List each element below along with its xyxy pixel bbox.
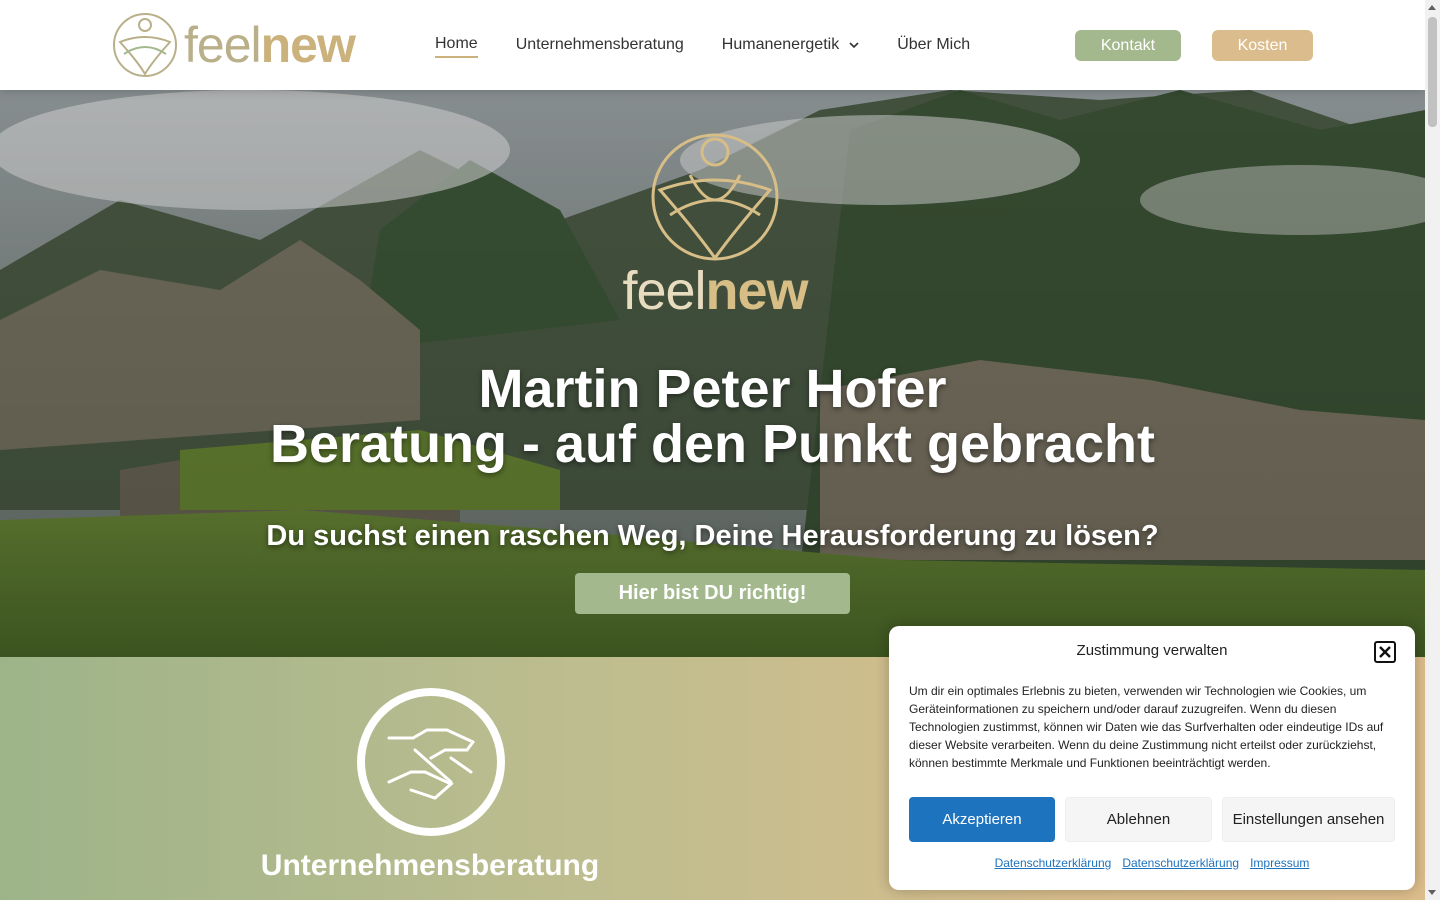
kosten-button[interactable]: Kosten xyxy=(1212,30,1313,61)
close-x-glyph xyxy=(1379,646,1391,658)
nav-item-ueber-mich[interactable]: Über Mich xyxy=(897,32,970,58)
scroll-down-arrow-icon[interactable] xyxy=(1428,890,1436,895)
close-icon[interactable] xyxy=(1374,641,1396,663)
service-title-unternehmensberatung[interactable]: Unternehmensberatung xyxy=(230,849,630,883)
accept-button[interactable]: Akzeptieren xyxy=(909,797,1055,842)
handshake-icon[interactable] xyxy=(355,686,507,838)
logo-emblem-icon xyxy=(651,133,779,261)
privacy-policy-link[interactable]: Datenschutzerklärung xyxy=(995,856,1112,870)
nav-item-label: Home xyxy=(435,35,478,52)
kontakt-button[interactable]: Kontakt xyxy=(1075,30,1181,61)
site-logo[interactable]: feelnew xyxy=(112,12,356,78)
page-scrollbar[interactable] xyxy=(1425,0,1440,900)
cookie-consent-dialog: Zustimmung verwalten Um dir ein optimale… xyxy=(889,626,1415,890)
nav-item-home[interactable]: Home xyxy=(435,32,478,58)
hero-title-tagline: Beratung - auf den Punkt gebracht xyxy=(269,414,1156,474)
hero-subtitle: Du suchst einen raschen Weg, Deine Herau… xyxy=(266,520,1159,552)
hero-section: feelnew Martin Peter Hofer Beratung - au… xyxy=(0,90,1425,657)
nav-item-label: Humanenergetik xyxy=(721,36,840,53)
view-settings-button[interactable]: Einstellungen ansehen xyxy=(1222,797,1395,842)
hero-logo-wordmark: feelnew xyxy=(622,261,808,321)
hero-logo: feelnew xyxy=(620,130,810,321)
consent-links: Datenschutzerklärung Datenschutzerklärun… xyxy=(889,856,1415,870)
scroll-up-arrow-icon[interactable] xyxy=(1428,5,1436,10)
hero-cta-button[interactable]: Hier bist DU richtig! xyxy=(575,573,850,614)
nav-item-label: Über Mich xyxy=(897,36,971,53)
scroll-thumb[interactable] xyxy=(1428,17,1437,127)
nav-item-unternehmensberatung[interactable]: Unternehmensberatung xyxy=(516,32,684,58)
nav-item-label: Unternehmensberatung xyxy=(515,36,684,53)
privacy-policy-link[interactable]: Datenschutzerklärung xyxy=(1122,856,1239,870)
site-header: feelnew Home Unternehmensberatung Humane… xyxy=(0,0,1425,90)
main-nav: Home Unternehmensberatung Humanenergetik… xyxy=(435,0,1008,90)
logo-wordmark: feelnew xyxy=(184,17,356,73)
chevron-down-icon xyxy=(849,42,859,49)
logo-emblem-icon xyxy=(113,13,177,77)
consent-title: Zustimmung verwalten xyxy=(1076,642,1228,659)
imprint-link[interactable]: Impressum xyxy=(1250,856,1309,870)
decline-button[interactable]: Ablehnen xyxy=(1065,797,1212,842)
nav-item-humanenergetik[interactable]: Humanenergetik xyxy=(722,32,859,58)
consent-text: Um dir ein optimales Erlebnis zu bieten,… xyxy=(909,684,1384,770)
hero-title-name: Martin Peter Hofer xyxy=(478,359,947,419)
